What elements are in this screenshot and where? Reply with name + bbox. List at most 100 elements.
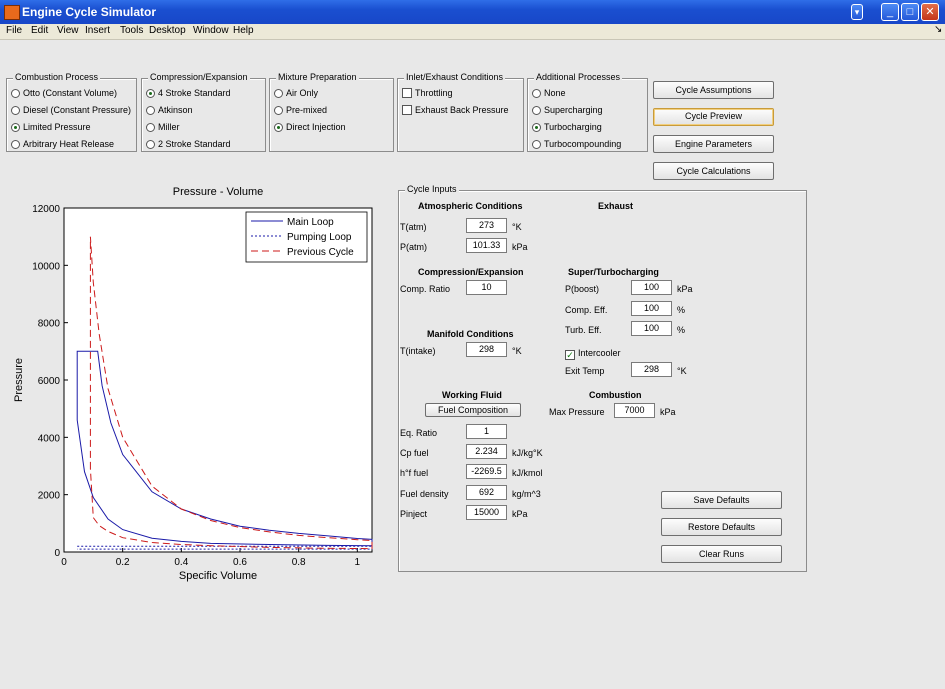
p-boost-label: P(boost) bbox=[565, 284, 600, 294]
checkbox-exhaust-back-pressure[interactable]: Exhaust Back Pressure bbox=[402, 105, 509, 115]
save-defaults-button[interactable]: Save Defaults bbox=[661, 491, 782, 509]
panel-title: Inlet/Exhaust Conditions bbox=[404, 72, 506, 82]
additional-processes-panel: Additional Processes None Supercharging … bbox=[527, 72, 648, 152]
cp-fuel-unit: kJ/kg°K bbox=[512, 448, 543, 458]
radio-turbocharging[interactable]: Turbocharging bbox=[532, 122, 602, 132]
y-tick-label: 0 bbox=[54, 548, 60, 559]
plot-title: Pressure - Volume bbox=[173, 186, 263, 198]
menu-edit[interactable]: Edit bbox=[31, 25, 48, 36]
exit-temp-field[interactable]: 298 bbox=[631, 362, 672, 377]
pinject-field[interactable]: 15000 bbox=[466, 505, 507, 520]
window-title: Engine Cycle Simulator bbox=[22, 5, 157, 19]
y-tick-label: 12000 bbox=[32, 204, 60, 215]
cycle-calculations-button[interactable]: Cycle Calculations bbox=[653, 162, 774, 180]
pressure-volume-plot: Pressure - Volume Specific Volume Pressu… bbox=[13, 186, 373, 582]
t-atm-label: T(atm) bbox=[400, 222, 427, 232]
cycle-inputs-panel: Cycle Inputs Atmospheric Conditions Exha… bbox=[398, 184, 807, 572]
cp-fuel-field[interactable]: 2.234 bbox=[466, 444, 507, 459]
radio-selected-icon bbox=[532, 123, 541, 132]
cycle-assumptions-button[interactable]: Cycle Assumptions bbox=[653, 81, 774, 99]
pinject-unit: kPa bbox=[512, 509, 528, 519]
checkmark-icon: ✓ bbox=[565, 350, 575, 360]
working-fluid-header: Working Fluid bbox=[442, 390, 502, 400]
t-intake-field[interactable]: 298 bbox=[466, 342, 507, 357]
inlet-exhaust-panel: Inlet/Exhaust Conditions Throttling Exha… bbox=[397, 72, 524, 152]
manifold-header: Manifold Conditions bbox=[427, 329, 514, 339]
comp-eff-unit: % bbox=[677, 305, 686, 315]
hf-fuel-label: h°f fuel bbox=[400, 468, 429, 478]
menu-view[interactable]: View bbox=[57, 25, 79, 36]
comp-eff-label: Comp. Eff. bbox=[565, 305, 608, 315]
x-tick-label: 1 bbox=[355, 557, 361, 568]
hf-fuel-field[interactable]: -2269.5 bbox=[466, 464, 507, 479]
menu-insert[interactable]: Insert bbox=[85, 25, 110, 36]
y-axis-label: Pressure bbox=[13, 358, 25, 402]
close-button[interactable]: ✕ bbox=[921, 3, 939, 21]
matlab-logo-icon bbox=[4, 5, 20, 20]
menu-desktop[interactable]: Desktop bbox=[149, 25, 186, 36]
eq-ratio-field[interactable]: 1 bbox=[466, 424, 507, 439]
radio-turbocompounding[interactable]: Turbocompounding bbox=[532, 139, 621, 149]
exit-temp-label: Exit Temp bbox=[565, 366, 605, 376]
exhaust-header: Exhaust bbox=[598, 201, 634, 211]
cp-fuel-label: Cp fuel bbox=[400, 448, 429, 458]
p-boost-field[interactable]: 100 bbox=[631, 280, 672, 295]
fuel-density-field[interactable]: 692 bbox=[466, 485, 507, 500]
fuel-density-unit: kg/m^3 bbox=[512, 489, 541, 499]
panel-title: Additional Processes bbox=[534, 72, 623, 82]
p-atm-field[interactable]: 101.33 bbox=[466, 238, 507, 253]
dock-icon[interactable]: ▾ bbox=[851, 4, 863, 20]
y-tick-label: 8000 bbox=[38, 319, 61, 330]
menu-window[interactable]: Window bbox=[193, 25, 229, 36]
engine-parameters-button[interactable]: Engine Parameters bbox=[653, 135, 774, 153]
radio-icon bbox=[532, 89, 541, 98]
legend-entry: Main Loop bbox=[287, 217, 334, 228]
panel-title: Cycle Inputs bbox=[405, 184, 459, 194]
menu-help[interactable]: Help bbox=[233, 25, 254, 36]
p-atm-unit: kPa bbox=[512, 242, 528, 252]
turb-eff-field[interactable]: 100 bbox=[631, 321, 672, 336]
t-intake-unit: °K bbox=[512, 346, 522, 356]
y-tick-label: 2000 bbox=[38, 491, 61, 502]
combustion-header: Combustion bbox=[589, 390, 642, 400]
checkbox-icon bbox=[402, 88, 412, 98]
max-pressure-field[interactable]: 7000 bbox=[614, 403, 655, 418]
menu-file[interactable]: File bbox=[6, 25, 22, 36]
max-pressure-label: Max Pressure bbox=[549, 407, 605, 417]
max-pressure-unit: kPa bbox=[660, 407, 676, 417]
menu-arrow-icon[interactable]: ↘ bbox=[934, 24, 942, 35]
y-tick-label: 4000 bbox=[38, 433, 61, 444]
checkbox-icon bbox=[402, 105, 412, 115]
atmospheric-header: Atmospheric Conditions bbox=[418, 201, 523, 211]
restore-defaults-button[interactable]: Restore Defaults bbox=[661, 518, 782, 536]
intercooler-checkbox[interactable]: ✓ Intercooler bbox=[565, 348, 621, 360]
figure-canvas: Combustion Process Otto (Constant Volume… bbox=[0, 40, 945, 689]
comp-ratio-label: Comp. Ratio bbox=[400, 284, 451, 294]
pinject-label: Pinject bbox=[400, 509, 428, 519]
maximize-button[interactable]: □ bbox=[901, 3, 919, 21]
t-atm-field[interactable]: 273 bbox=[466, 218, 507, 233]
x-tick-label: 0.8 bbox=[292, 557, 306, 568]
title-bar: Engine Cycle Simulator ▾ _ □ ✕ bbox=[0, 0, 945, 24]
comp-eff-field[interactable]: 100 bbox=[631, 301, 672, 316]
compression-header: Compression/Expansion bbox=[418, 267, 524, 277]
minimize-button[interactable]: _ bbox=[881, 3, 899, 21]
clear-runs-button[interactable]: Clear Runs bbox=[661, 545, 782, 563]
comp-ratio-field[interactable]: 10 bbox=[466, 280, 507, 295]
turb-eff-unit: % bbox=[677, 325, 686, 335]
x-tick-label: 0.6 bbox=[233, 557, 247, 568]
super-turbo-header: Super/Turbocharging bbox=[568, 267, 659, 277]
checkbox-throttling[interactable]: Throttling bbox=[402, 88, 453, 98]
cycle-preview-button[interactable]: Cycle Preview bbox=[653, 108, 774, 126]
x-tick-label: 0.2 bbox=[116, 557, 130, 568]
radio-supercharging[interactable]: Supercharging bbox=[532, 105, 603, 115]
legend-entry: Previous Cycle bbox=[287, 247, 354, 258]
x-tick-label: 0 bbox=[61, 557, 67, 568]
radio-icon bbox=[532, 106, 541, 115]
fuel-composition-button[interactable]: Fuel Composition bbox=[425, 403, 521, 417]
t-atm-unit: °K bbox=[512, 222, 522, 232]
menu-tools[interactable]: Tools bbox=[120, 25, 143, 36]
radio-none[interactable]: None bbox=[532, 88, 566, 98]
fuel-density-label: Fuel density bbox=[400, 489, 449, 499]
p-atm-label: P(atm) bbox=[400, 242, 427, 252]
